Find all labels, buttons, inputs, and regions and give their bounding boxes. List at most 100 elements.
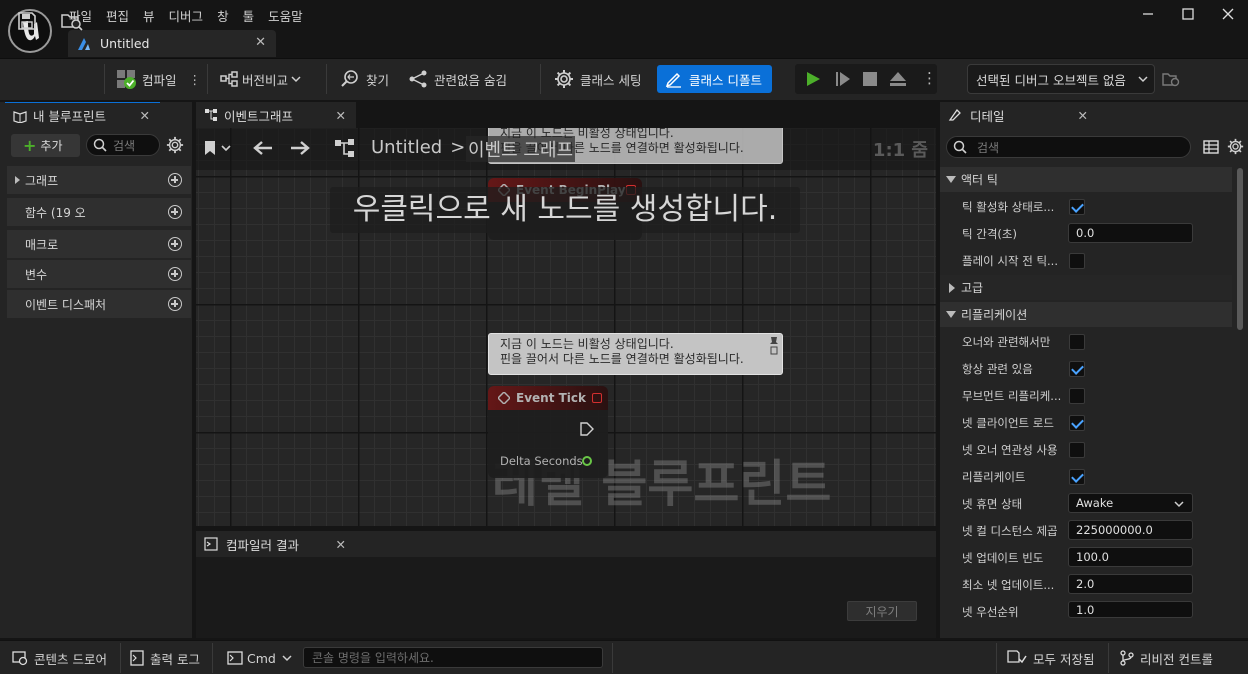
hide-unrelated-button[interactable]: 관련없음 숨김 bbox=[408, 65, 507, 93]
min-net-update-input[interactable]: 2.0 bbox=[1068, 574, 1193, 594]
net-dormancy-select[interactable]: Awake bbox=[1068, 493, 1193, 513]
close-tab-icon[interactable]: ✕ bbox=[336, 537, 346, 552]
content-drawer-button[interactable]: 콘텐츠 드로어 bbox=[12, 648, 107, 668]
toolbar-separator bbox=[540, 64, 541, 94]
blueprint-search-input[interactable]: 검색 bbox=[86, 134, 160, 156]
play-icon[interactable] bbox=[805, 71, 821, 87]
category-functions[interactable]: 함수 (19 오 bbox=[7, 198, 191, 226]
back-arrow-icon[interactable] bbox=[252, 139, 274, 157]
close-tab-icon[interactable]: ✕ bbox=[1078, 108, 1088, 123]
breadcrumb-root[interactable]: Untitled bbox=[371, 137, 442, 158]
find-button[interactable]: 찾기 bbox=[340, 65, 389, 93]
save-button[interactable] bbox=[17, 7, 37, 35]
net-load-client-checkbox[interactable] bbox=[1069, 415, 1085, 431]
settings-gear-icon[interactable] bbox=[1227, 138, 1244, 155]
maximize-icon[interactable] bbox=[1168, 4, 1208, 24]
pin-icon[interactable] bbox=[769, 336, 779, 356]
net-cull-distance-input[interactable]: 225000000.0 bbox=[1068, 520, 1193, 540]
category-variables-label: 변수 bbox=[25, 267, 48, 282]
step-icon[interactable] bbox=[835, 71, 851, 87]
console-input[interactable]: 콘솔 명령을 입력하세요. bbox=[303, 647, 603, 668]
details-search-input[interactable]: 검색 bbox=[946, 136, 1191, 158]
close-tab-icon[interactable]: ✕ bbox=[140, 108, 150, 123]
graph-canvas[interactable]: Untitled > 1:1 줌 지금 이 노드는 비활성 상태입니다. 핀을 … bbox=[196, 128, 936, 526]
menu-edit[interactable]: 편집 bbox=[99, 6, 136, 25]
add-graph-icon[interactable] bbox=[168, 173, 182, 187]
browse-button[interactable] bbox=[60, 7, 84, 35]
node-event-tick[interactable]: Event Tick Delta Seconds bbox=[488, 386, 608, 478]
exec-pin-icon[interactable] bbox=[580, 422, 594, 436]
clear-button[interactable]: 지우기 bbox=[847, 601, 917, 621]
add-function-icon[interactable] bbox=[168, 205, 182, 219]
event-graph-tab[interactable]: 이벤트그래프 ✕ bbox=[196, 102, 356, 128]
menu-debug[interactable]: 디버그 bbox=[162, 6, 211, 25]
browse-debug-button[interactable] bbox=[1162, 66, 1182, 94]
compile-options-icon[interactable]: ⋮ bbox=[189, 72, 202, 87]
section-actor-tick[interactable]: 액터 틱 bbox=[940, 167, 1232, 192]
statusbar-separator bbox=[120, 643, 121, 673]
tick-interval-input[interactable]: 0.0 bbox=[1068, 223, 1193, 243]
save-all-button[interactable]: 모두 저장됨 bbox=[1007, 648, 1094, 668]
breadcrumb-leaf[interactable]: 이벤트 그래프 bbox=[466, 136, 576, 162]
float-pin-icon[interactable] bbox=[582, 456, 592, 466]
play-controls: ⋮ bbox=[795, 64, 937, 94]
close-window-icon[interactable] bbox=[1208, 4, 1248, 24]
section-advanced[interactable]: 고급 bbox=[940, 275, 1232, 300]
diff-button[interactable]: 버전비교 bbox=[219, 65, 301, 93]
net-update-freq-input[interactable]: 100.0 bbox=[1068, 547, 1193, 567]
search-placeholder: 검색 bbox=[113, 138, 136, 153]
cmd-select[interactable]: Cmd bbox=[227, 648, 292, 668]
content-drawer-icon bbox=[12, 650, 28, 666]
only-relevant-owner-checkbox[interactable] bbox=[1069, 334, 1085, 350]
menu-view[interactable]: 뷰 bbox=[136, 6, 162, 25]
net-priority-input[interactable]: 1.0 bbox=[1068, 601, 1193, 618]
forward-arrow-icon[interactable] bbox=[289, 139, 311, 157]
compile-button[interactable]: 컴파일 ⋮ bbox=[116, 65, 201, 93]
comment-line2: 핀을 끌어서 다른 노드를 연결하면 활성화됩니다. bbox=[500, 352, 744, 366]
net-use-owner-label: 넷 오너 연관성 사용 bbox=[962, 443, 1058, 457]
class-defaults-button[interactable]: 클래스 디폴트 bbox=[657, 65, 772, 93]
replicate-movement-checkbox[interactable] bbox=[1069, 388, 1085, 404]
always-relevant-checkbox[interactable] bbox=[1069, 361, 1085, 377]
menu-window[interactable]: 창 bbox=[210, 6, 236, 25]
blueprint-icon bbox=[76, 36, 92, 52]
close-tab-icon[interactable]: ✕ bbox=[336, 108, 346, 123]
category-macros[interactable]: 매크로 bbox=[7, 230, 191, 258]
bookmark-icon[interactable] bbox=[204, 139, 234, 157]
play-options-icon[interactable]: ⋮ bbox=[922, 69, 937, 87]
minimize-icon[interactable] bbox=[1128, 4, 1168, 24]
tick-interval-label: 틱 간격(초) bbox=[962, 227, 1017, 241]
details-scrollbar[interactable] bbox=[1237, 168, 1243, 330]
category-variables[interactable]: 변수 bbox=[7, 260, 191, 288]
eject-icon[interactable] bbox=[889, 71, 907, 87]
details-tab[interactable]: 디테일 ✕ bbox=[940, 102, 1098, 128]
add-dispatcher-icon[interactable] bbox=[168, 297, 182, 311]
add-macro-icon[interactable] bbox=[168, 237, 182, 251]
menu-help[interactable]: 도움말 bbox=[261, 6, 310, 25]
tick-enabled-checkbox[interactable] bbox=[1069, 199, 1085, 215]
settings-gear-icon[interactable] bbox=[166, 136, 184, 154]
delegate-pin-icon[interactable] bbox=[592, 393, 602, 403]
tick-before-play-checkbox[interactable] bbox=[1069, 253, 1085, 269]
table-view-icon[interactable] bbox=[1203, 139, 1219, 155]
net-use-owner-checkbox[interactable] bbox=[1069, 442, 1085, 458]
add-variable-icon[interactable] bbox=[168, 267, 182, 281]
class-settings-button[interactable]: 클래스 세팅 bbox=[554, 65, 641, 93]
category-graphs[interactable]: 그래프 bbox=[7, 166, 191, 194]
close-tab-icon[interactable]: ✕ bbox=[255, 35, 266, 50]
output-log-button[interactable]: 출력 로그 bbox=[130, 648, 200, 668]
replicates-checkbox[interactable] bbox=[1069, 469, 1085, 485]
section-replication[interactable]: 리플리케이션 bbox=[940, 302, 1232, 327]
add-button[interactable]: + 추가 bbox=[11, 134, 80, 157]
revision-control-button[interactable]: 리비전 컨트롤 bbox=[1120, 648, 1213, 668]
menu-tools[interactable]: 툴 bbox=[236, 6, 262, 25]
document-tab[interactable]: Untitled ✕ bbox=[68, 30, 276, 57]
compile-check-icon bbox=[116, 69, 136, 89]
chevron-down-icon bbox=[291, 74, 301, 84]
debug-object-select[interactable]: 선택된 디버그 오브젝트 없음 bbox=[967, 64, 1155, 94]
compiler-results-tab[interactable]: 컴파일러 결과 ✕ bbox=[196, 531, 356, 557]
category-event-dispatchers[interactable]: 이벤트 디스패처 bbox=[7, 290, 191, 318]
my-blueprint-tab[interactable]: 내 블루프린트 ✕ bbox=[5, 102, 160, 128]
node-title: Event Tick bbox=[516, 391, 587, 405]
stop-icon[interactable] bbox=[862, 71, 878, 87]
